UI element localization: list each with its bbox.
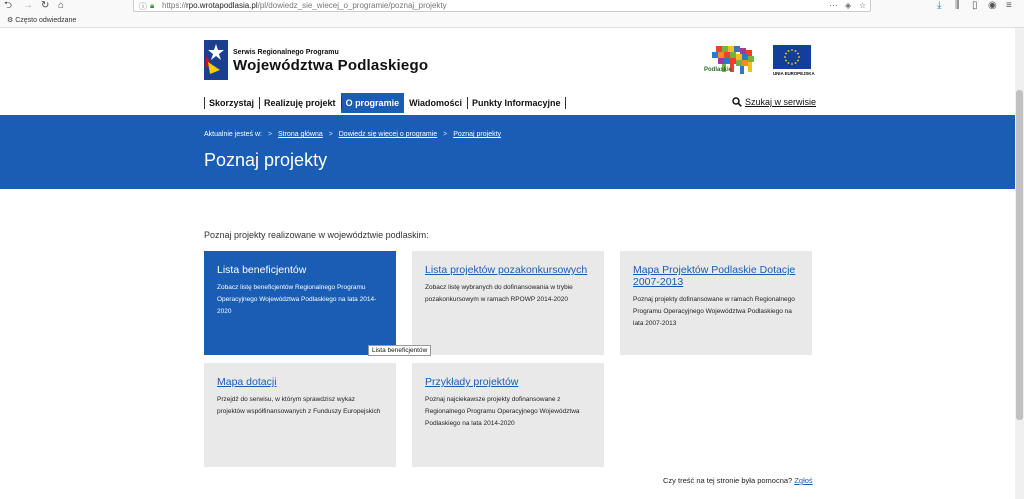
search-icon bbox=[732, 97, 742, 107]
eu-flag-icon bbox=[773, 45, 811, 69]
page-banner bbox=[0, 115, 1015, 189]
tooltip: Lista beneficjentów bbox=[368, 345, 432, 356]
tile-description: Przejdź do serwisu, w którym sprawdzisz … bbox=[217, 396, 381, 415]
nav-item-o-programie[interactable]: O programie bbox=[340, 93, 405, 113]
fundusze-europejskie-logo[interactable] bbox=[204, 40, 228, 80]
tile-przyklady-projektow[interactable]: Przykłady projektów Poznaj najciekawsze … bbox=[412, 363, 604, 467]
reload-icon[interactable]: ↻ bbox=[41, 0, 49, 11]
tile-title[interactable]: Mapa dotacji bbox=[217, 376, 383, 388]
scrollbar-thumb[interactable] bbox=[1016, 90, 1023, 420]
page-actions-icon[interactable]: ··· bbox=[829, 0, 838, 10]
breadcrumb-separator: > bbox=[443, 131, 448, 138]
scrollbar[interactable] bbox=[1015, 28, 1024, 499]
site-title[interactable]: Województwa Podlaskiego bbox=[233, 57, 428, 74]
breadcrumb-current[interactable]: Poznaj projekty bbox=[453, 131, 501, 138]
nav-item-wiadomosci[interactable]: Wiadomości bbox=[404, 93, 467, 113]
address-bar[interactable]: ⓘ 🔒︎ https://rpo.wrotapodlasia.pl/pl/dow… bbox=[133, 0, 871, 12]
feedback-bar: Czy treść na tej stronie była pomocna? Z… bbox=[663, 476, 813, 485]
report-link[interactable]: Zgłoś bbox=[794, 476, 812, 485]
nav-item-skorzystaj[interactable]: Skorzystaj bbox=[204, 93, 259, 113]
search-link-label: Szukaj w serwisie bbox=[745, 97, 817, 107]
breadcrumb-separator: > bbox=[328, 131, 333, 138]
url-text[interactable]: https://rpo.wrotapodlasia.pl/pl/dowiedz_… bbox=[162, 0, 447, 11]
menu-icon[interactable]: ≡ bbox=[1006, 0, 1012, 11]
tile-description: Poznaj najciekawsze projekty dofinansowa… bbox=[425, 396, 580, 427]
back-icon[interactable]: ⮌ bbox=[4, 0, 12, 11]
intro-text: Poznaj projekty realizowane w województw… bbox=[204, 230, 429, 240]
nav-item-realizuje-projekt[interactable]: Realizuję projekt bbox=[259, 93, 341, 113]
info-icon[interactable]: ⓘ bbox=[139, 1, 147, 12]
podlaskie-logo-text: Podlaskie bbox=[704, 67, 733, 73]
nav-item-punkty-informacyjne[interactable]: Punkty Informacyjne bbox=[467, 93, 566, 113]
pocket-icon[interactable]: ◈ bbox=[845, 1, 851, 10]
breadcrumb-separator: > bbox=[267, 131, 273, 138]
breadcrumb-about-program[interactable]: Dowiedz się więcej o programie bbox=[339, 131, 437, 138]
home-icon[interactable]: ⌂ bbox=[58, 0, 64, 11]
tile-mapa-dotacji[interactable]: Mapa dotacji Przejdź do serwisu, w który… bbox=[204, 363, 396, 467]
download-icon[interactable]: ⤓ bbox=[937, 0, 941, 11]
sidebar-icon[interactable]: ▯ bbox=[972, 0, 978, 11]
site-subtitle: Serwis Regionalnego Programu bbox=[233, 49, 339, 56]
lock-icon[interactable]: 🔒︎ bbox=[150, 1, 154, 11]
tile-lista-projektow-pozakonkursowych[interactable]: Lista projektów pozakonkursowych Zobacz … bbox=[412, 251, 604, 355]
tile-mapa-projektow-2007-2013[interactable]: Mapa Projektów Podlaskie Dotacje 2007-20… bbox=[620, 251, 812, 355]
tile-title[interactable]: Lista projektów pozakonkursowych bbox=[425, 264, 591, 276]
eu-label: UNIA EUROPEJSKA bbox=[773, 71, 815, 76]
tile-description: Poznaj projekty dofinansowane w ramach R… bbox=[633, 296, 795, 327]
tile-title[interactable]: Mapa Projektów Podlaskie Dotacje 2007-20… bbox=[633, 264, 799, 288]
library-icon[interactable]: ⫼ bbox=[955, 0, 960, 11]
tile-title[interactable]: Przykłady projektów bbox=[425, 376, 591, 388]
tile-description: Zobacz listę wybranych do dofinansowania… bbox=[425, 284, 573, 303]
bookmark-most-visited[interactable]: ⚙ Często odwiedzane bbox=[7, 14, 76, 27]
breadcrumb-label: Aktualnie jesteś w: bbox=[204, 131, 262, 138]
breadcrumb: Aktualnie jesteś w: > Strona główna > Do… bbox=[204, 131, 501, 138]
feedback-question: Czy treść na tej stronie była pomocna? bbox=[663, 476, 793, 485]
tile-lista-beneficjentow[interactable]: Lista beneficjentów Zobacz listę benefic… bbox=[204, 251, 396, 355]
bookmark-star-icon[interactable]: ☆ bbox=[859, 1, 866, 10]
breadcrumb-home[interactable]: Strona główna bbox=[278, 131, 323, 138]
browser-toolbar: ⮌ → ↻ ⌂ ⓘ 🔒︎ https://rpo.wrotapodlasia.p… bbox=[0, 0, 1024, 13]
main-nav: Skorzystaj Realizuję projekt O programie… bbox=[204, 93, 566, 113]
extension-icon[interactable]: ◉ bbox=[988, 0, 997, 11]
tile-description: Zobacz listę beneficjentów Regionalnego … bbox=[217, 284, 377, 315]
forward-icon[interactable]: → bbox=[23, 0, 33, 11]
bookmarks-bar: ⚙ Często odwiedzane bbox=[0, 13, 1024, 28]
tile-title[interactable]: Lista beneficjentów bbox=[217, 264, 383, 276]
search-link[interactable]: Szukaj w serwisie bbox=[732, 97, 816, 107]
page-title: Poznaj projekty bbox=[204, 150, 328, 170]
